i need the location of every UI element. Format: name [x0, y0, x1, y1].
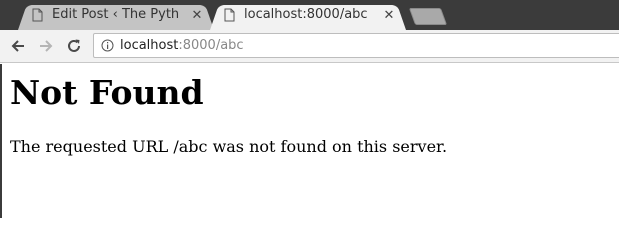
page-heading: Not Found [10, 73, 204, 112]
error-message: The requested URL /abc was not found on … [10, 137, 448, 156]
close-icon[interactable]: ✕ [190, 9, 204, 23]
new-tab-button[interactable] [408, 8, 448, 25]
reload-icon[interactable] [65, 37, 83, 55]
tab-title: Edit Post ‹ The Pyth [52, 7, 180, 22]
page-content: Not Found The requested URL /abc was not… [0, 64, 619, 218]
url-path: :8000/abc [178, 38, 244, 53]
tab-strip: Edit Post ‹ The Pyth ✕ localhost:8000/ab… [0, 0, 619, 30]
close-icon[interactable]: ✕ [382, 9, 396, 23]
page-icon [32, 8, 43, 22]
address-bar[interactable]: localhost:8000/abc [93, 33, 619, 58]
browser-toolbar: localhost:8000/abc [0, 30, 619, 63]
forward-arrow-icon[interactable] [37, 37, 55, 55]
back-arrow-icon[interactable] [9, 37, 27, 55]
info-icon[interactable] [101, 39, 114, 52]
page-icon [224, 8, 235, 22]
tab-title: localhost:8000/abc [244, 7, 368, 22]
tab-edit-post[interactable]: Edit Post ‹ The Pyth ✕ [18, 2, 214, 30]
url-text[interactable]: localhost:8000/abc [120, 38, 244, 53]
url-host: localhost [120, 38, 179, 53]
tab-localhost[interactable]: localhost:8000/abc ✕ [210, 2, 406, 30]
